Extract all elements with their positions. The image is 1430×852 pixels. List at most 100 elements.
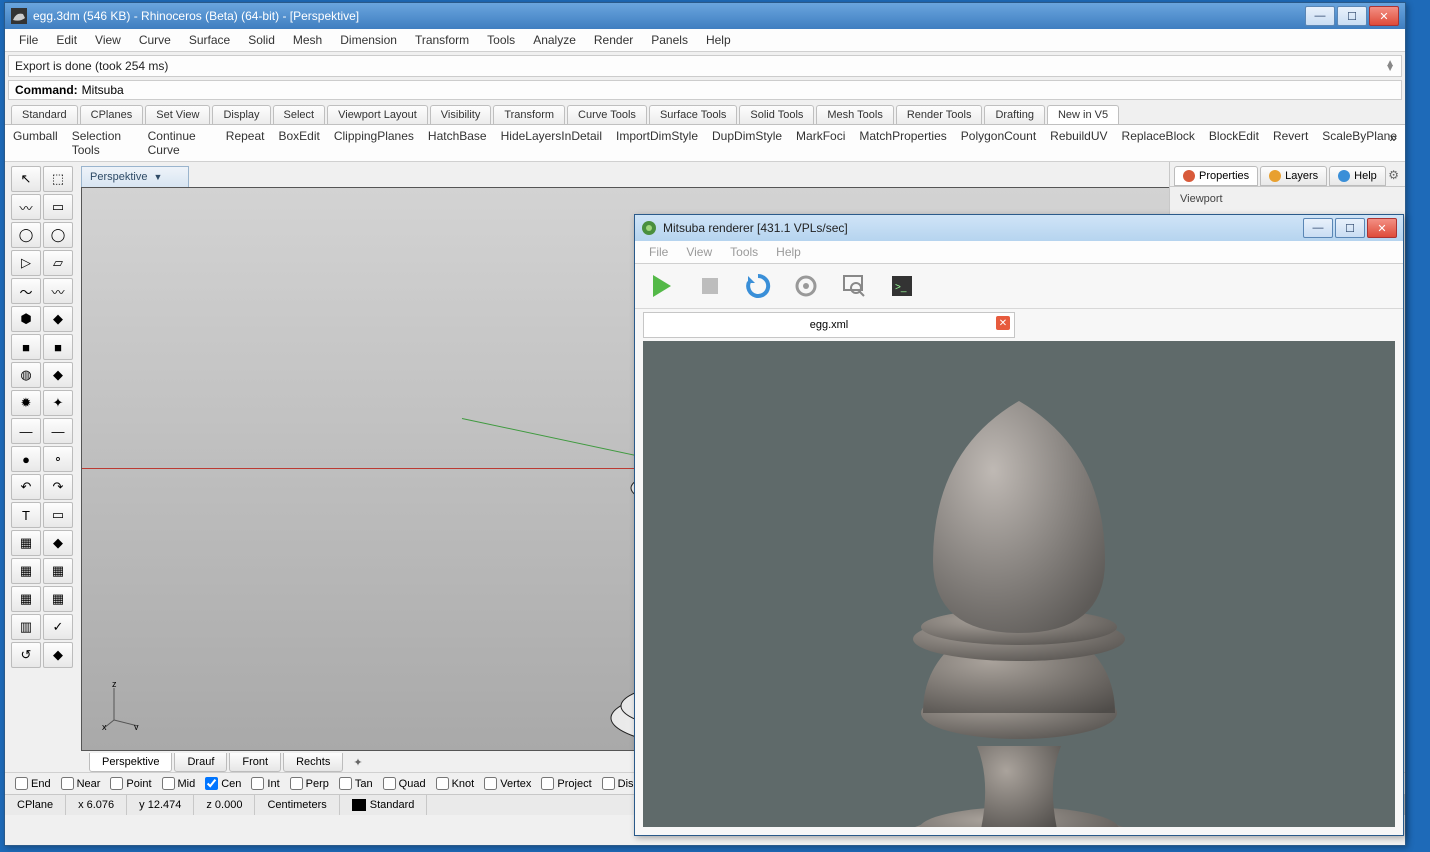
ribbon-cmd-scalebyplane[interactable]: ScaleByPlane <box>1322 129 1397 157</box>
menu-view[interactable]: View <box>87 31 129 49</box>
ribbon-tab-select[interactable]: Select <box>273 105 326 124</box>
osnap-disable-checkbox[interactable] <box>602 777 615 790</box>
ribbon-tab-set-view[interactable]: Set View <box>145 105 210 124</box>
osnap-vertex[interactable]: Vertex <box>484 777 531 790</box>
osnap-vertex-checkbox[interactable] <box>484 777 497 790</box>
tool-button-34[interactable]: ↺ <box>11 642 41 668</box>
command-line[interactable]: Command: Mitsuba <box>8 80 1402 100</box>
tool-button-31[interactable]: ▦ <box>43 586 73 612</box>
ribbon-tab-curve-tools[interactable]: Curve Tools <box>567 105 647 124</box>
osnap-mid[interactable]: Mid <box>162 777 196 790</box>
ribbon-tab-surface-tools[interactable]: Surface Tools <box>649 105 737 124</box>
mitsuba-window[interactable]: Mitsuba renderer [431.1 VPLs/sec] — ☐ ✕ … <box>634 214 1404 836</box>
menu-transform[interactable]: Transform <box>407 31 477 49</box>
menu-help[interactable]: Help <box>698 31 739 49</box>
tool-button-20[interactable]: ● <box>11 446 41 472</box>
osnap-project[interactable]: Project <box>541 777 591 790</box>
tool-button-16[interactable]: ✹ <box>11 390 41 416</box>
close-button[interactable]: ✕ <box>1369 6 1399 26</box>
osnap-mid-checkbox[interactable] <box>162 777 175 790</box>
tool-button-3[interactable]: ▭ <box>43 194 73 220</box>
ribbon-cmd-importdimstyle[interactable]: ImportDimStyle <box>616 129 698 157</box>
tool-button-7[interactable]: ▱ <box>43 250 73 276</box>
mitsuba-minimize-button[interactable]: — <box>1303 218 1333 238</box>
osnap-tan[interactable]: Tan <box>339 777 373 790</box>
osnap-cen[interactable]: Cen <box>205 777 241 790</box>
ribbon-cmd-revert[interactable]: Revert <box>1273 129 1308 157</box>
menu-mesh[interactable]: Mesh <box>285 31 330 49</box>
mitsuba-menu-tools[interactable]: Tools <box>722 243 766 261</box>
tool-button-8[interactable]: 〜 <box>11 278 41 304</box>
menu-analyze[interactable]: Analyze <box>525 31 584 49</box>
tool-button-28[interactable]: ▦ <box>11 558 41 584</box>
ribbon-cmd-polygoncount[interactable]: PolygonCount <box>961 129 1036 157</box>
osnap-cen-checkbox[interactable] <box>205 777 218 790</box>
menu-curve[interactable]: Curve <box>131 31 179 49</box>
menu-tools[interactable]: Tools <box>479 31 523 49</box>
osnap-perp[interactable]: Perp <box>290 777 329 790</box>
menu-file[interactable]: File <box>11 31 46 49</box>
panel-tab-layers[interactable]: Layers <box>1260 166 1327 186</box>
viewport-tab-rechts[interactable]: Rechts <box>283 753 343 772</box>
tool-button-25[interactable]: ▭ <box>43 502 73 528</box>
ribbon-tab-viewport-layout[interactable]: Viewport Layout <box>327 105 428 124</box>
tool-button-33[interactable]: ✓ <box>43 614 73 640</box>
tool-button-29[interactable]: ▦ <box>43 558 73 584</box>
osnap-near-checkbox[interactable] <box>61 777 74 790</box>
osnap-point[interactable]: Point <box>110 777 151 790</box>
panel-tab-properties[interactable]: Properties <box>1174 166 1258 186</box>
ribbon-cmd-matchproperties[interactable]: MatchProperties <box>859 129 946 157</box>
ribbon-cmd-repeat[interactable]: Repeat <box>226 129 265 157</box>
tool-button-14[interactable]: ◍ <box>11 362 41 388</box>
ribbon-cmd-clippingplanes[interactable]: ClippingPlanes <box>334 129 414 157</box>
status-layer[interactable]: Standard <box>340 795 428 815</box>
ribbon-tab-drafting[interactable]: Drafting <box>984 105 1045 124</box>
ribbon-cmd-blockedit[interactable]: BlockEdit <box>1209 129 1259 157</box>
viewport-tab-drauf[interactable]: Drauf <box>174 753 227 772</box>
ribbon-tab-new-in-v5[interactable]: New in V5 <box>1047 105 1119 124</box>
ribbon-cmd-replaceblock[interactable]: ReplaceBlock <box>1122 129 1195 157</box>
ribbon-overflow-icon[interactable]: » <box>1389 129 1397 145</box>
ribbon-cmd-hatchbase[interactable]: HatchBase <box>428 129 487 157</box>
tool-button-21[interactable]: ∘ <box>43 446 73 472</box>
status-units[interactable]: Centimeters <box>255 795 339 815</box>
refresh-button[interactable] <box>741 269 775 303</box>
tool-button-2[interactable]: 〰 <box>11 194 41 220</box>
ribbon-cmd-gumball[interactable]: Gumball <box>13 129 58 157</box>
menu-solid[interactable]: Solid <box>240 31 283 49</box>
osnap-int[interactable]: Int <box>251 777 279 790</box>
viewport-tab-front[interactable]: Front <box>229 753 281 772</box>
log-scroll-down-icon[interactable]: ▼ <box>1385 63 1395 74</box>
osnap-end-checkbox[interactable] <box>15 777 28 790</box>
tool-button-35[interactable]: ◆ <box>43 642 73 668</box>
tool-button-4[interactable]: ◯ <box>11 222 41 248</box>
mitsuba-maximize-button[interactable]: ☐ <box>1335 218 1365 238</box>
tool-button-30[interactable]: ▦ <box>11 586 41 612</box>
ribbon-cmd-rebuilduv[interactable]: RebuildUV <box>1050 129 1107 157</box>
tool-button-18[interactable]: — <box>11 418 41 444</box>
tool-button-24[interactable]: T <box>11 502 41 528</box>
panel-tab-help[interactable]: Help <box>1329 166 1386 186</box>
ribbon-cmd-selection tools[interactable]: Selection Tools <box>72 129 134 157</box>
tool-button-13[interactable]: ■ <box>43 334 73 360</box>
tool-button-5[interactable]: ◯ <box>43 222 73 248</box>
osnap-int-checkbox[interactable] <box>251 777 264 790</box>
tool-button-10[interactable]: ⬢ <box>11 306 41 332</box>
osnap-end[interactable]: End <box>15 777 51 790</box>
viewport-dropdown-icon[interactable]: ▼ <box>153 172 162 182</box>
console-button[interactable]: >_ <box>885 269 919 303</box>
mitsuba-menu-view[interactable]: View <box>678 243 720 261</box>
tool-button-9[interactable]: 〰 <box>43 278 73 304</box>
mitsuba-menu-file[interactable]: File <box>641 243 676 261</box>
ribbon-cmd-continue curve[interactable]: Continue Curve <box>148 129 212 157</box>
tool-button-6[interactable]: ▷ <box>11 250 41 276</box>
ribbon-tab-render-tools[interactable]: Render Tools <box>896 105 983 124</box>
tool-button-23[interactable]: ↷ <box>43 474 73 500</box>
osnap-quad[interactable]: Quad <box>383 777 426 790</box>
menu-dimension[interactable]: Dimension <box>332 31 405 49</box>
ribbon-tab-transform[interactable]: Transform <box>493 105 565 124</box>
tool-button-27[interactable]: ◆ <box>43 530 73 556</box>
tool-button-12[interactable]: ■ <box>11 334 41 360</box>
tool-button-19[interactable]: — <box>43 418 73 444</box>
ribbon-tab-display[interactable]: Display <box>212 105 270 124</box>
